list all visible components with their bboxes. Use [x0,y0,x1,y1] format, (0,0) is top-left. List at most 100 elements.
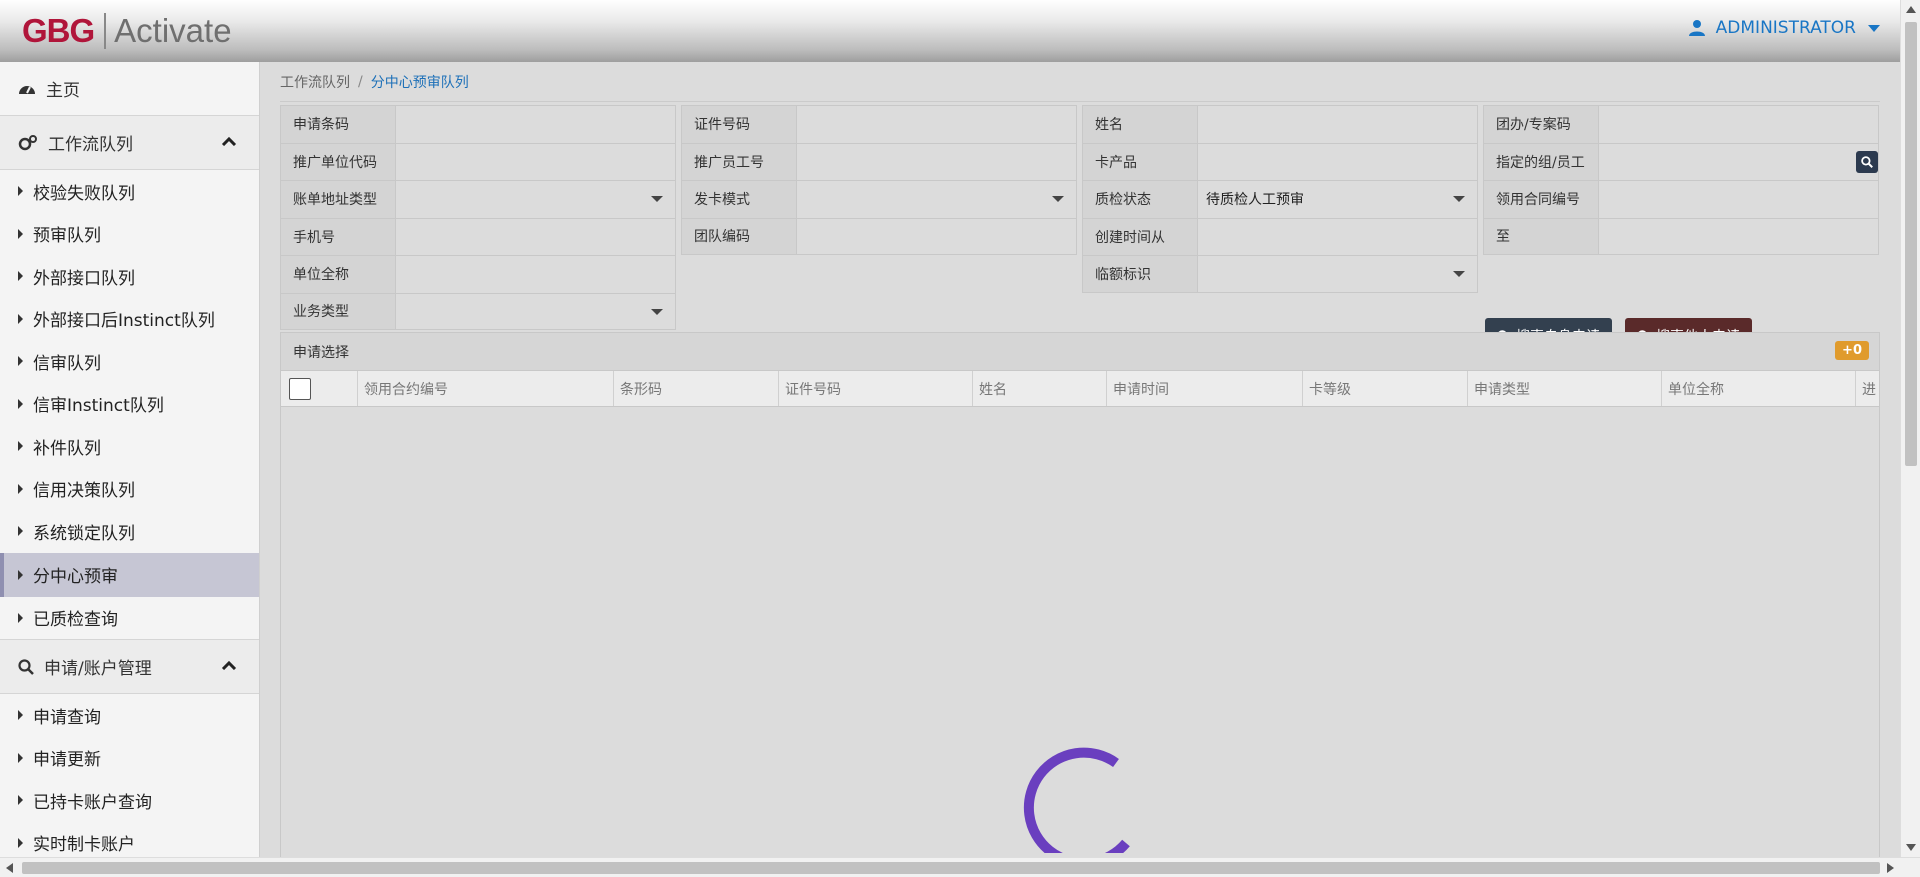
field-label: 单位全称 [281,256,396,293]
dropdown-arrow-icon [1453,196,1465,202]
column-id-number[interactable]: 证件号码 [779,371,973,406]
sidebar-item-branch-pre-review[interactable]: 分中心预审 [0,552,259,597]
field-label: 发卡模式 [682,181,797,218]
search-form: 申请条码 推广单位代码 账单地址类型 手机号 单位全称 业务类型 证件号码 推广… [280,105,1880,330]
sidebar-item-application-query[interactable]: 申请查询 [0,694,259,737]
sidebar-item-label: 系统锁定队列 [33,523,135,544]
temp-limit-flag-select[interactable] [1198,256,1477,292]
scroll-down-icon[interactable] [1906,844,1916,851]
select-all-checkbox[interactable] [289,377,311,400]
qc-status-select[interactable]: 待质检人工预审 [1198,181,1477,218]
breadcrumb: 工作流队列 / 分中心预审队列 [280,62,1880,102]
field-label: 团办/专案码 [1484,106,1599,143]
sidebar-item-qc-query[interactable]: 已质检查询 [0,597,259,640]
panel-header: 申请选择 +0 [281,333,1879,371]
column-apply-time[interactable]: 申请时间 [1107,371,1303,406]
sidebar-item-label: 信审Instinct队列 [33,396,164,417]
company-name-input[interactable] [396,256,675,293]
dropdown-arrow-icon [1052,196,1064,202]
created-to-input[interactable] [1599,218,1878,254]
caret-right-icon [18,526,23,537]
caret-right-icon [18,569,23,580]
business-type-select[interactable] [396,293,675,329]
sidebar-item-credit-instinct[interactable]: 信审Instinct队列 [0,383,259,426]
staff-search-button[interactable] [1856,150,1878,173]
horizontal-scrollbar[interactable] [0,857,1920,877]
caret-right-icon [18,228,23,239]
field-label: 账单地址类型 [281,181,396,218]
group-project-code-input[interactable] [1599,106,1878,143]
sidebar-item-home[interactable]: 主页 [0,62,259,116]
field-team-code: 团队编码 [681,217,1077,255]
scroll-up-icon[interactable] [1906,6,1916,13]
sidebar-item-label: 外部接口后Instinct队列 [33,311,215,332]
field-label: 团队编码 [682,218,797,254]
column-barcode[interactable]: 条形码 [614,371,779,406]
column-company-name[interactable]: 单位全称 [1662,371,1856,406]
count-badge[interactable]: +0 [1835,341,1869,360]
billing-address-type-select[interactable] [396,181,675,218]
user-menu[interactable]: ADMINISTRATOR [1688,18,1880,38]
sidebar-item-supplement[interactable]: 补件队列 [0,425,259,468]
column-card-level[interactable]: 卡等级 [1303,371,1468,406]
field-promoter-id: 推广员工号 [681,142,1077,180]
sidebar-item-label: 申请查询 [33,707,101,728]
promo-unit-code-input[interactable] [396,143,675,180]
scroll-right-icon[interactable] [1887,863,1894,873]
vertical-scroll-thumb[interactable] [1905,22,1917,466]
chevron-up-icon[interactable] [221,136,237,146]
name-input[interactable] [1198,106,1477,143]
sidebar-section-label: 申请/账户管理 [44,659,152,679]
vertical-scrollbar[interactable] [1900,0,1920,857]
column-apply-type[interactable]: 申请类型 [1468,371,1662,406]
column-contract-number[interactable]: 领用合约编号 [358,371,614,406]
application-barcode-input[interactable] [396,106,675,143]
sidebar-item-label: 预审队列 [33,226,101,247]
sidebar: 主页 工作流队列 校验失败队列 预审队列 外部接口队列 外部接口后Instinc… [0,62,260,857]
column-name[interactable]: 姓名 [973,371,1107,406]
app-logo[interactable]: GBG Activate [22,12,232,50]
mobile-input[interactable] [396,218,675,255]
team-code-input[interactable] [797,218,1076,254]
card-product-input[interactable] [1198,143,1477,180]
sidebar-item-label: 信审队列 [33,353,101,374]
field-promo-unit-code: 推广单位代码 [280,142,676,180]
sidebar-item-realtime-card-account[interactable]: 实时制卡账户 [0,822,259,858]
sidebar-item-pre-review[interactable]: 预审队列 [0,213,259,256]
sidebar-item-card-account-query[interactable]: 已持卡账户查询 [0,779,259,822]
form-column-1: 申请条码 推广单位代码 账单地址类型 手机号 单位全称 业务类型 [280,105,676,330]
sidebar-item-external-instinct[interactable]: 外部接口后Instinct队列 [0,298,259,341]
logo-divider [104,13,107,49]
caret-right-icon [18,837,23,848]
logo-activate: Activate [114,12,232,49]
promoter-id-input[interactable] [797,143,1076,180]
field-group-project-code: 团办/专案码 [1483,105,1879,143]
horizontal-scroll-thumb[interactable] [22,862,1880,874]
caret-right-icon [18,483,23,494]
sidebar-item-verify-fail[interactable]: 校验失败队列 [0,170,259,213]
chevron-up-icon[interactable] [221,660,237,670]
sidebar-item-label: 已质检查询 [33,610,118,631]
sidebar-item-credit-decision[interactable]: 信用决策队列 [0,468,259,511]
assigned-group-staff-input[interactable] [1599,143,1878,180]
id-number-input[interactable] [797,106,1076,143]
sidebar-item-external-interface[interactable]: 外部接口队列 [0,255,259,298]
field-id-number: 证件号码 [681,105,1077,143]
breadcrumb-parent[interactable]: 工作流队列 [280,72,350,92]
sidebar-section-workflow[interactable]: 工作流队列 [0,116,259,170]
column-progress[interactable]: 进 [1856,371,1879,406]
sidebar-section-account[interactable]: 申请/账户管理 [0,640,259,694]
created-from-input[interactable] [1198,218,1477,255]
panel-title: 申请选择 [293,344,349,361]
sidebar-item-application-update[interactable]: 申请更新 [0,737,259,780]
issue-mode-select[interactable] [797,181,1076,218]
field-name: 姓名 [1082,105,1478,143]
scroll-left-icon[interactable] [6,863,13,873]
contract-number-input[interactable] [1599,181,1878,218]
field-label: 业务类型 [281,293,396,329]
caret-right-icon [18,356,23,367]
sidebar-item-system-lock[interactable]: 系统锁定队列 [0,510,259,553]
sidebar-item-label: 申请更新 [33,750,101,771]
sidebar-item-credit-review[interactable]: 信审队列 [0,340,259,383]
field-label: 领用合同编号 [1484,181,1599,218]
